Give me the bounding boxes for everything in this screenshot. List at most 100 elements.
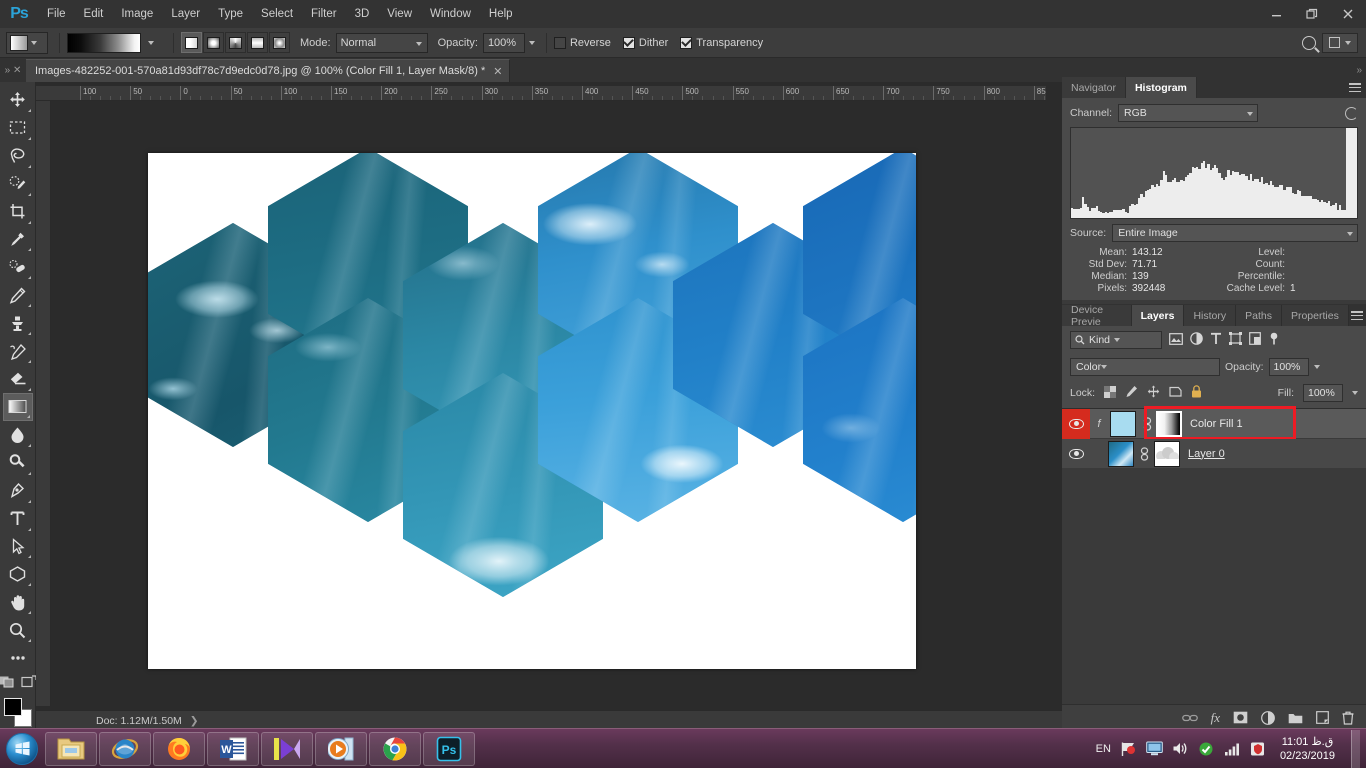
- type-tool[interactable]: [3, 505, 33, 533]
- smart-object-filter-icon[interactable]: [1249, 332, 1261, 348]
- shape-tool[interactable]: [3, 560, 33, 588]
- dodge-tool[interactable]: [3, 449, 33, 477]
- source-select[interactable]: Entire Image: [1112, 224, 1358, 242]
- lasso-tool[interactable]: [3, 142, 33, 170]
- start-button[interactable]: [0, 730, 44, 768]
- taskbar-internet-explorer[interactable]: [99, 732, 151, 766]
- layer-blend-mode-select[interactable]: Color: [1070, 358, 1220, 376]
- taskbar-word[interactable]: W: [207, 732, 259, 766]
- close-icon[interactable]: ✕: [493, 65, 502, 78]
- menu-select[interactable]: Select: [252, 0, 302, 28]
- edit-toolbar-tool[interactable]: [3, 644, 33, 672]
- linear-gradient-button[interactable]: [181, 32, 202, 53]
- antivirus-icon[interactable]: [1250, 740, 1267, 757]
- radial-gradient-button[interactable]: [203, 32, 224, 53]
- quick-mask-toggle-icon[interactable]: [0, 674, 15, 692]
- network-monitor-icon[interactable]: [1146, 740, 1163, 757]
- clone-stamp-tool[interactable]: [3, 309, 33, 337]
- show-desktop-button[interactable]: [1351, 730, 1360, 768]
- gradient-preview-swatch[interactable]: [67, 33, 141, 53]
- status-expand-arrow[interactable]: ❯: [190, 715, 199, 727]
- menu-help[interactable]: Help: [480, 0, 522, 28]
- layer-name-label[interactable]: Color Fill 1: [1190, 418, 1243, 430]
- menu-image[interactable]: Image: [112, 0, 162, 28]
- layer-mask-link-icon[interactable]: [1142, 417, 1152, 431]
- menu-edit[interactable]: Edit: [75, 0, 113, 28]
- color-swatches[interactable]: [3, 698, 33, 730]
- taskbar-photoshop[interactable]: Ps: [423, 732, 475, 766]
- layer-fill-input[interactable]: 100%: [1303, 384, 1343, 402]
- shape-layer-filter-icon[interactable]: [1229, 332, 1242, 348]
- type-layer-filter-icon[interactable]: [1210, 332, 1222, 348]
- menu-window[interactable]: Window: [421, 0, 480, 28]
- minimize-button[interactable]: [1258, 0, 1294, 28]
- workspace-switcher-button[interactable]: [1322, 33, 1358, 53]
- eyedropper-tool[interactable]: [3, 226, 33, 254]
- signal-bars-icon[interactable]: [1224, 740, 1241, 757]
- taskbar-media-player-classic[interactable]: [261, 732, 313, 766]
- layer-visibility-toggle[interactable]: [1062, 409, 1090, 439]
- new-layer-icon[interactable]: [1316, 711, 1329, 724]
- filter-toggle-icon[interactable]: [1268, 332, 1280, 349]
- layer-name-label[interactable]: Layer 0: [1188, 448, 1225, 460]
- channel-select[interactable]: RGB: [1118, 104, 1258, 122]
- tab-navigator[interactable]: Navigator: [1062, 77, 1126, 98]
- add-layer-style-icon[interactable]: fx: [1211, 710, 1220, 726]
- dock-expand-icon[interactable]: » ✕: [0, 58, 26, 82]
- menu-layer[interactable]: Layer: [162, 0, 209, 28]
- document-tab[interactable]: Images-482252-001-570a81d93df78c7d9edc0d…: [26, 59, 510, 82]
- restore-button[interactable]: [1294, 0, 1330, 28]
- layer-kind-filter-select[interactable]: Kind: [1070, 331, 1162, 349]
- zoom-tool[interactable]: [3, 616, 33, 644]
- lock-transparent-pixels-icon[interactable]: [1104, 386, 1116, 401]
- quick-selection-tool[interactable]: [3, 170, 33, 198]
- history-brush-tool[interactable]: [3, 337, 33, 365]
- hand-tool[interactable]: [3, 588, 33, 616]
- angle-gradient-button[interactable]: [225, 32, 246, 53]
- menu-file[interactable]: File: [38, 0, 75, 28]
- reverse-checkbox[interactable]: Reverse: [554, 37, 611, 49]
- chevron-down-icon[interactable]: [1352, 391, 1358, 395]
- pen-tool[interactable]: [3, 477, 33, 505]
- lock-image-pixels-icon[interactable]: [1125, 385, 1138, 401]
- rectangular-marquee-tool[interactable]: [3, 114, 33, 142]
- taskbar-windows-media-player[interactable]: [315, 732, 367, 766]
- menu-3d[interactable]: 3D: [346, 0, 379, 28]
- opacity-input[interactable]: 100%: [483, 33, 525, 53]
- layer-mask-thumbnail[interactable]: [1156, 411, 1182, 437]
- blur-tool[interactable]: [3, 421, 33, 449]
- transparency-checkbox[interactable]: Transparency: [680, 37, 763, 49]
- chevron-down-icon[interactable]: [1314, 365, 1320, 369]
- tab-device-preview[interactable]: Device Previe: [1062, 305, 1132, 326]
- foreground-color-swatch[interactable]: [4, 698, 22, 716]
- pixel-layer-filter-icon[interactable]: [1169, 333, 1183, 348]
- volume-icon[interactable]: [1172, 740, 1189, 757]
- layer-mask-link-icon[interactable]: [1139, 447, 1149, 461]
- menu-filter[interactable]: Filter: [302, 0, 346, 28]
- taskbar-chrome[interactable]: [369, 732, 421, 766]
- path-selection-tool[interactable]: [3, 533, 33, 561]
- lock-position-icon[interactable]: [1147, 385, 1160, 401]
- add-layer-mask-icon[interactable]: [1233, 711, 1248, 724]
- crop-tool[interactable]: [3, 198, 33, 226]
- brush-tool[interactable]: [3, 281, 33, 309]
- layer-thumbnail[interactable]: [1108, 441, 1134, 467]
- taskbar-file-explorer[interactable]: [45, 732, 97, 766]
- horizontal-ruler[interactable]: 100 50 0 50 100 150 200 250 300 350 400 450 500 550 60…: [36, 86, 1046, 101]
- layer-mask-thumbnail[interactable]: [1154, 441, 1180, 467]
- tab-history[interactable]: History: [1184, 305, 1236, 326]
- tab-properties[interactable]: Properties: [1282, 305, 1349, 326]
- spot-healing-brush-tool[interactable]: [3, 253, 33, 281]
- tab-paths[interactable]: Paths: [1236, 305, 1282, 326]
- tool-preset-picker[interactable]: [6, 32, 48, 54]
- canvas-viewport[interactable]: [51, 101, 1046, 706]
- diamond-gradient-button[interactable]: [269, 32, 290, 53]
- link-layers-icon[interactable]: [1182, 713, 1198, 723]
- tab-histogram[interactable]: Histogram: [1126, 77, 1197, 98]
- dither-checkbox[interactable]: Dither: [623, 37, 668, 49]
- menu-view[interactable]: View: [378, 0, 421, 28]
- taskbar-firefox[interactable]: [153, 732, 205, 766]
- search-icon[interactable]: [1302, 36, 1316, 50]
- screen-mode-icon[interactable]: [21, 674, 37, 692]
- reflected-gradient-button[interactable]: [247, 32, 268, 53]
